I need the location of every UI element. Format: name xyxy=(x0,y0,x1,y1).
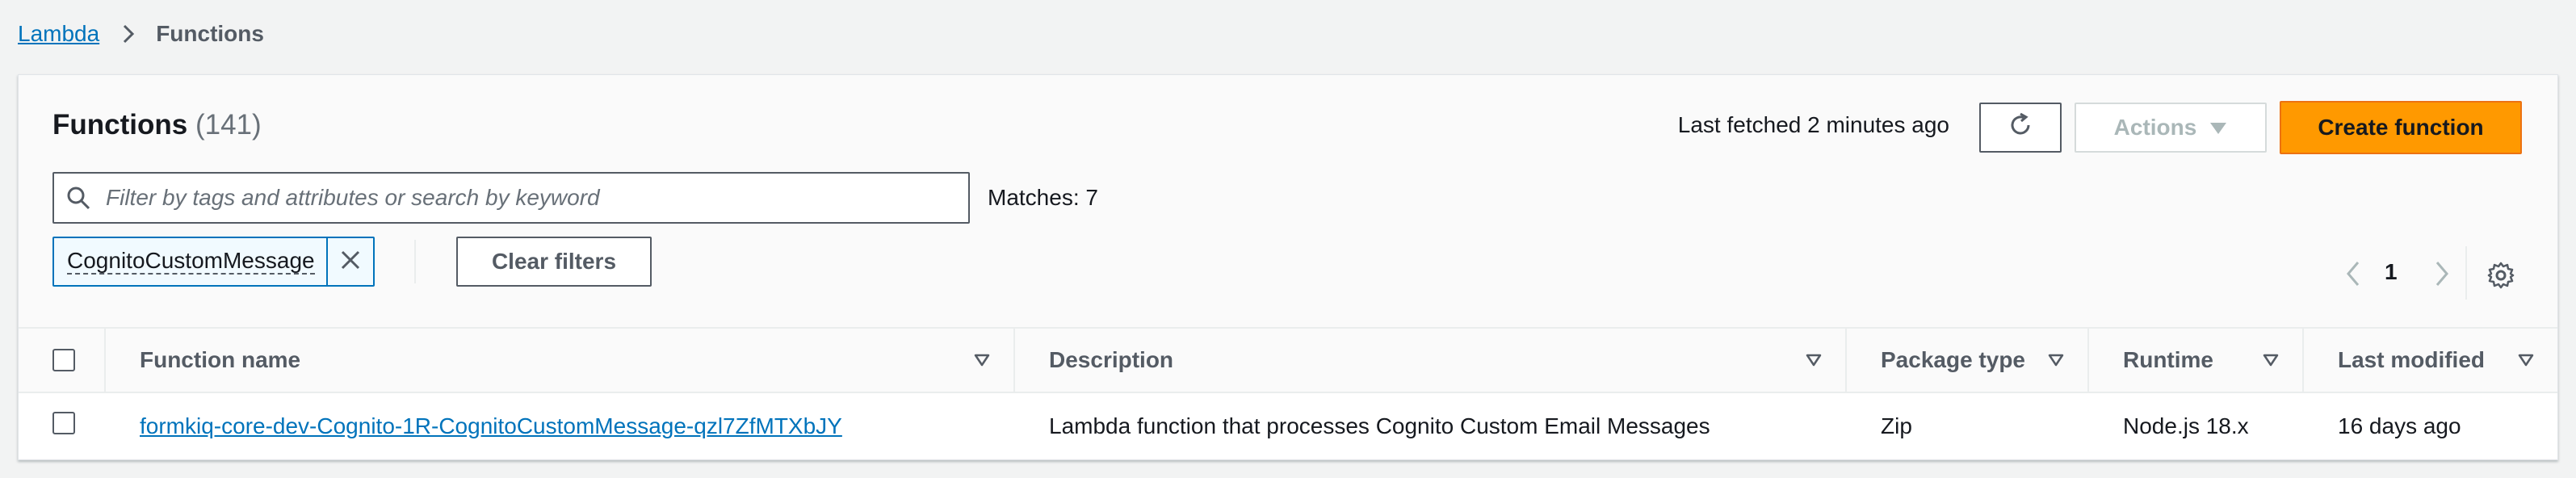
caret-down-icon xyxy=(2517,351,2535,369)
table-header-row: Function name Description Package type R… xyxy=(19,328,2557,392)
row-select-cell xyxy=(19,392,106,459)
caret-down-icon xyxy=(2047,351,2065,369)
caret-down-icon xyxy=(973,351,991,369)
column-header-last-modified[interactable]: Last modified xyxy=(2304,328,2557,392)
breadcrumb-lambda-link[interactable]: Lambda xyxy=(18,21,99,47)
runtime-text: Node.js 18.x xyxy=(2123,413,2249,438)
description-cell: Lambda function that processes Cognito C… xyxy=(1015,392,1847,459)
chevron-left-icon[interactable] xyxy=(2341,258,2365,290)
chevron-right-icon[interactable] xyxy=(2430,258,2454,290)
column-header-runtime[interactable]: Runtime xyxy=(2089,328,2304,392)
filter-token-label[interactable]: CognitoCustomMessage xyxy=(54,238,328,285)
filter-token-text: CognitoCustomMessage xyxy=(67,248,315,275)
table-row[interactable]: formkiq-core-dev-Cognito-1R-CognitoCusto… xyxy=(19,392,2557,459)
functions-panel: Functions (141) Last fetched 2 minutes a… xyxy=(18,74,2558,460)
runtime-cell: Node.js 18.x xyxy=(2089,392,2304,459)
page-title: Functions (141) xyxy=(52,109,262,141)
filter-token-remove-button[interactable] xyxy=(328,238,373,285)
caret-down-icon xyxy=(2262,351,2280,369)
function-name-link[interactable]: formkiq-core-dev-Cognito-1R-CognitoCusto… xyxy=(140,413,842,438)
column-header-label: Description xyxy=(1049,347,1174,372)
filter-search-box[interactable] xyxy=(52,172,970,224)
breadcrumb: Lambda Functions xyxy=(18,18,264,50)
select-all-checkbox[interactable] xyxy=(52,349,75,371)
last-fetched-text: Last fetched 2 minutes ago xyxy=(1677,112,1949,137)
caret-down-icon xyxy=(2209,115,2227,140)
actions-dropdown[interactable]: Actions xyxy=(2075,103,2267,153)
column-header-package-type[interactable]: Package type xyxy=(1847,328,2089,392)
column-header-description[interactable]: Description xyxy=(1015,328,1847,392)
actions-label: Actions xyxy=(2113,115,2197,140)
current-page-number[interactable]: 1 xyxy=(2385,259,2398,285)
refresh-icon xyxy=(2006,111,2035,145)
column-header-label: Package type xyxy=(1881,347,2025,372)
gear-icon[interactable] xyxy=(2485,259,2517,291)
row-checkbox[interactable] xyxy=(52,412,75,434)
pagination-divider xyxy=(2465,246,2467,300)
page-title-text: Functions xyxy=(52,109,188,140)
column-header-label: Last modified xyxy=(2338,347,2486,372)
search-icon xyxy=(65,185,91,211)
breadcrumb-current: Functions xyxy=(156,21,264,46)
filter-divider xyxy=(414,240,416,283)
close-icon xyxy=(340,249,361,275)
chevron-right-icon xyxy=(119,24,138,44)
column-header-function-name[interactable]: Function name xyxy=(106,328,1015,392)
last-modified-text: 16 days ago xyxy=(2338,413,2461,438)
column-header-label: Function name xyxy=(140,347,301,372)
caret-down-icon xyxy=(1805,351,1823,369)
functions-table: Function name Description Package type R… xyxy=(19,327,2557,459)
filter-token: CognitoCustomMessage xyxy=(52,237,375,287)
select-all-cell xyxy=(19,328,106,392)
filter-input[interactable] xyxy=(106,185,946,211)
function-count: (141) xyxy=(195,109,262,140)
column-header-label: Runtime xyxy=(2123,347,2213,372)
package-type-cell: Zip xyxy=(1847,392,2089,459)
last-modified-cell: 16 days ago xyxy=(2304,392,2557,459)
package-type-text: Zip xyxy=(1881,413,1912,438)
matches-count: Matches: 7 xyxy=(988,185,1098,210)
clear-filters-button[interactable]: Clear filters xyxy=(456,237,652,287)
description-text: Lambda function that processes Cognito C… xyxy=(1049,413,1710,438)
function-name-cell: formkiq-core-dev-Cognito-1R-CognitoCusto… xyxy=(106,392,1015,459)
create-function-button[interactable]: Create function xyxy=(2280,101,2522,154)
refresh-button[interactable] xyxy=(1979,103,2062,153)
